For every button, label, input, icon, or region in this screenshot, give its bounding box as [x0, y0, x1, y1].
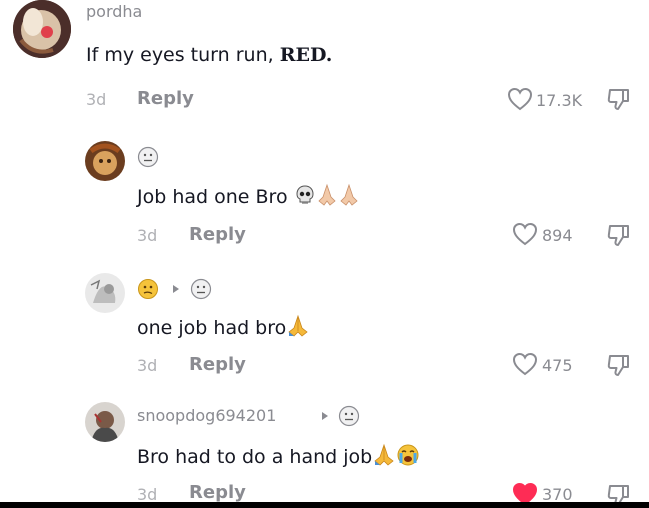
comment-text-body: one job had bro — [137, 317, 287, 339]
neutral-face-emoji-icon — [190, 278, 212, 304]
comment-text: Job had one Bro — [137, 183, 360, 212]
avatar[interactable] — [13, 0, 71, 58]
heart-icon[interactable] — [507, 87, 533, 111]
comment-time: 3d — [137, 226, 158, 245]
heart-icon[interactable] — [512, 352, 538, 376]
like-count: 17.3K — [536, 91, 583, 110]
reply-button[interactable]: Reply — [189, 482, 246, 503]
comment-text-body: Job had one Bro — [137, 186, 288, 208]
comment-text: Bro had to do a hand job — [137, 443, 420, 472]
reply-button[interactable]: Reply — [189, 354, 246, 375]
comment-text-prefix: If my eyes turn run, — [86, 44, 280, 66]
neutral-face-emoji-icon — [338, 405, 360, 431]
confused-face-emoji-icon — [137, 278, 159, 304]
play-arrow-icon — [321, 411, 329, 424]
reply-button[interactable]: Reply — [137, 88, 194, 109]
comment-username[interactable]: snoopdog694201 — [137, 406, 276, 425]
thumbs-down-icon[interactable] — [606, 86, 632, 112]
comment-time: 3d — [137, 356, 158, 375]
comment-text-body: Bro had to do a hand job — [137, 446, 373, 468]
thumbs-down-icon[interactable] — [606, 222, 632, 248]
heart-icon[interactable] — [512, 222, 538, 246]
reply-button[interactable]: Reply — [189, 224, 246, 245]
like-count: 475 — [542, 356, 573, 375]
skull-icon — [294, 184, 316, 211]
thumbs-down-icon[interactable] — [606, 352, 632, 378]
neutral-face-emoji-icon — [137, 146, 159, 172]
avatar[interactable] — [85, 141, 125, 181]
comment-text: If my eyes turn run, RED. — [86, 44, 332, 66]
folded-hands-icon — [286, 314, 310, 343]
bottom-edge — [0, 502, 649, 508]
comment-text: one job had bro — [137, 314, 310, 343]
loudly-crying-face-icon — [396, 443, 420, 472]
play-arrow-icon — [172, 284, 180, 297]
avatar[interactable] — [85, 402, 125, 442]
folded-hands-icon — [372, 443, 396, 472]
comment-username[interactable]: pordha — [86, 2, 142, 21]
folded-hands-icon — [316, 183, 360, 212]
comment-time: 3d — [86, 90, 107, 109]
comment-text-bold: RED. — [279, 44, 333, 66]
like-count: 894 — [542, 226, 573, 245]
avatar[interactable] — [85, 273, 125, 313]
